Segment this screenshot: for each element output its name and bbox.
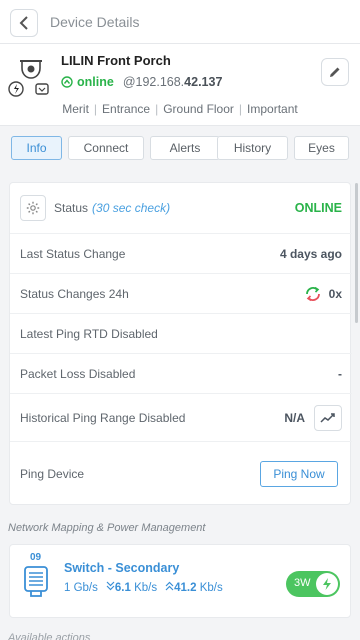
ping-device-row: Ping Device Ping Now (10, 442, 352, 505)
power-knob (316, 573, 338, 595)
ping-range-label: Historical Ping Range Disabled (20, 410, 186, 425)
power-value: 3W (294, 577, 311, 589)
upload-icon (165, 581, 174, 594)
chevron-left-icon (19, 16, 28, 30)
tab-alerts[interactable]: Alerts (150, 136, 220, 160)
link-speed: 1 Gb/s (64, 581, 98, 594)
refresh-cycle-icon (306, 286, 320, 301)
tag[interactable]: Entrance (102, 102, 150, 116)
trend-chart-icon (320, 412, 335, 423)
switch-port-icon (24, 566, 48, 597)
ping-rtd-row: Latest Ping RTD Disabled (10, 314, 352, 354)
power-toggle[interactable]: 3W (286, 571, 340, 597)
tab-connect[interactable]: Connect (68, 136, 144, 160)
download-unit: Kb/s (134, 581, 158, 594)
tag[interactable]: Ground Floor (163, 102, 234, 116)
device-name: LILIN Front Porch (61, 53, 171, 68)
packet-loss-row: Packet Loss Disabled - (10, 354, 352, 394)
packet-loss-label: Packet Loss Disabled (20, 366, 136, 381)
status-settings-button[interactable] (20, 195, 46, 221)
back-button[interactable] (10, 9, 38, 37)
packet-loss-value: - (338, 366, 342, 381)
tab-eyes[interactable]: Eyes (294, 136, 349, 160)
tab-info[interactable]: Info (11, 136, 62, 160)
tag[interactable]: Important (247, 102, 298, 116)
tag[interactable]: Merit (62, 102, 89, 116)
download-icon (106, 581, 115, 594)
status-row: Status (30 sec check) ONLINE (10, 183, 352, 234)
gear-icon (26, 201, 40, 215)
upload-rate: 41.2 (174, 581, 197, 594)
ping-range-row: Historical Ping Range Disabled N/A (10, 394, 352, 442)
status-label: Status (30 sec check) (54, 201, 171, 215)
scrollbar[interactable] (355, 183, 358, 323)
ping-device-label: Ping Device (20, 466, 85, 481)
switch-name[interactable]: Switch - Secondary (64, 561, 179, 575)
download-rate: 6.1 (114, 581, 131, 594)
ping-rtd-label: Latest Ping RTD Disabled (20, 326, 158, 341)
device-tags: Merit | Entrance | Ground Floor | Important (62, 102, 298, 116)
last-status-change-value: 4 days ago (279, 246, 342, 261)
online-status-icon (61, 76, 73, 88)
available-actions-title: Available actions (8, 632, 91, 640)
top-bar: Device Details (0, 0, 360, 44)
device-header: LILIN Front Porch online @192.168.42.137… (0, 44, 360, 126)
ping-range-value: N/A (284, 410, 305, 425)
pencil-icon (330, 67, 340, 77)
tab-bar: Info Connect Alerts History Eyes (11, 136, 349, 162)
status-value: ONLINE (294, 201, 342, 215)
ping-trend-button[interactable] (314, 404, 342, 431)
lightning-icon (323, 578, 331, 590)
tab-history[interactable]: History (217, 136, 288, 160)
ip-address: @192.168.42.137 (122, 75, 223, 89)
last-status-change-row: Last Status Change 4 days ago (10, 234, 352, 274)
switch-stats: 1 Gb/s 6.1 Kb/s 41.2 Kb/s (64, 581, 223, 594)
switch-card[interactable]: 09 Switch - Secondary 1 Gb/s 6.1 Kb/s 41… (9, 544, 351, 618)
edit-device-button[interactable] (321, 58, 349, 86)
camera-device-icon (8, 58, 56, 98)
last-status-change-label: Last Status Change (20, 246, 126, 261)
upload-unit: Kb/s (199, 581, 223, 594)
online-status-text: online (77, 75, 114, 89)
device-status: online @192.168.42.137 (61, 75, 222, 89)
page-title: Device Details (50, 14, 140, 30)
network-section-title: Network Mapping & Power Management (8, 522, 206, 534)
status-check-interval: (30 sec check) (92, 201, 171, 215)
switch-port-number: 09 (30, 552, 42, 563)
status-changes-value: 0x (328, 286, 342, 301)
ping-now-button[interactable]: Ping Now (260, 460, 338, 487)
status-changes-row: Status Changes 24h 0x (10, 274, 352, 314)
status-changes-label: Status Changes 24h (20, 286, 129, 301)
info-card: Status (30 sec check) ONLINE Last Status … (9, 182, 352, 505)
